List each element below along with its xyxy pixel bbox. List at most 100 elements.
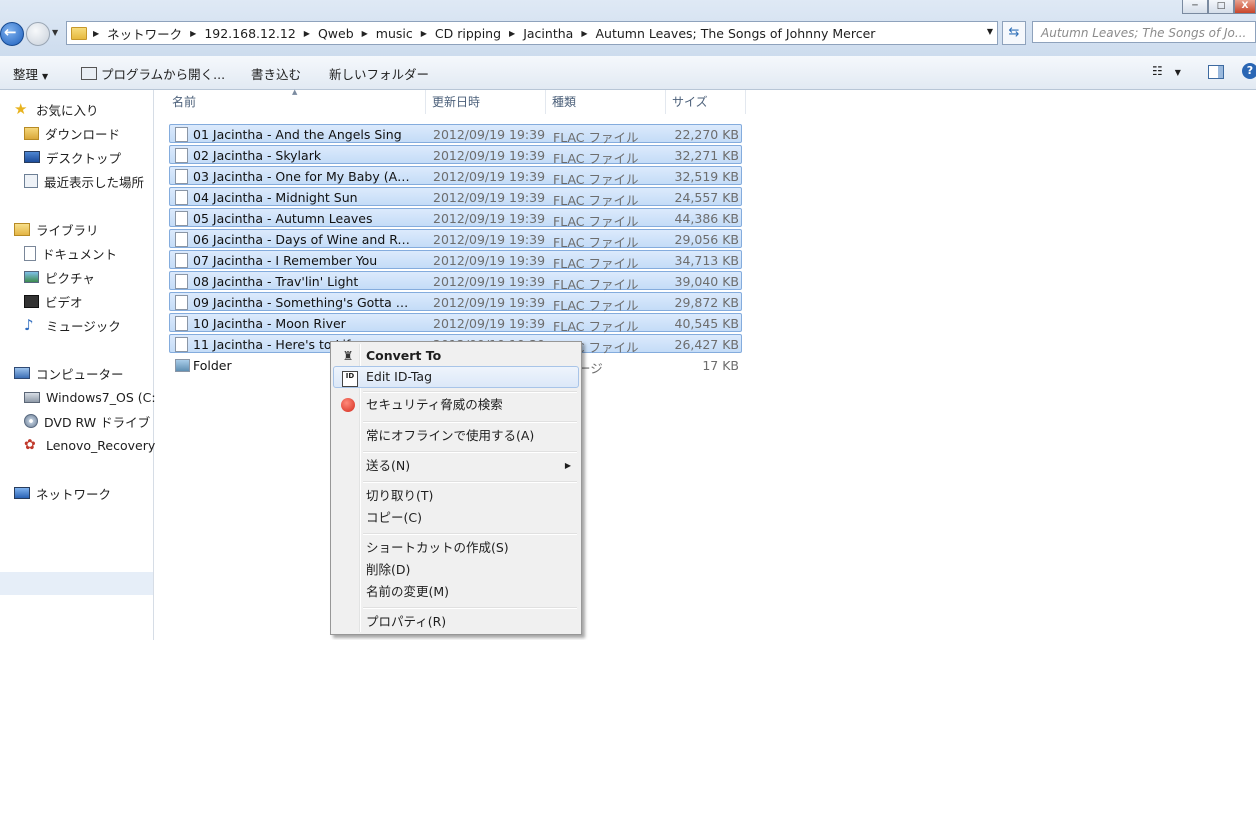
file-date: 2012/09/19 19:39 (433, 232, 546, 247)
file-row[interactable]: 01 Jacintha - And the Angels Sing 2012/0… (169, 124, 742, 145)
menu-label: Edit ID-Tag (366, 369, 433, 384)
forward-button[interactable] (26, 22, 50, 46)
view-options-button[interactable]: ☷ ▼ (1152, 64, 1181, 78)
breadcrumb-qweb[interactable]: Qweb (318, 26, 354, 41)
menu-item-rename[interactable]: 名前の変更(M) (333, 581, 579, 603)
column-header-date[interactable]: 更新日時 (426, 90, 546, 114)
nav-drive-c[interactable]: Windows7_OS (C: (24, 387, 156, 407)
nav-favorites[interactable]: ★ お気に入り (14, 99, 99, 119)
command-bar: 整理 ▼ プログラムから開く... 書き込む 新しいフォルダー ☷ ▼ ? (0, 56, 1256, 90)
nav-computer[interactable]: コンピューター (14, 363, 124, 383)
file-name: 10 Jacintha - Moon River (193, 316, 346, 331)
organize-button[interactable]: 整理 ▼ (13, 64, 48, 83)
menu-item-security-scan[interactable]: セキュリティ脅威の検索 (333, 394, 579, 416)
nav-downloads[interactable]: ダウンロード (24, 123, 120, 143)
nav-network-highlight (0, 572, 153, 595)
breadcrumb-album[interactable]: Autumn Leaves; The Songs of Johnny Merce… (595, 26, 875, 41)
file-row[interactable]: 03 Jacintha - One for My Baby (And One M… (169, 166, 742, 187)
nav-recent-places[interactable]: 最近表示した場所 (24, 171, 144, 191)
nav-documents[interactable]: ドキュメント (24, 243, 117, 263)
recent-pages-dropdown-icon[interactable]: ▼ (52, 28, 58, 37)
menu-label: セキュリティ脅威の検索 (366, 397, 503, 412)
nav-network[interactable]: ネットワーク (14, 483, 111, 503)
navigation-pane: ★ お気に入り ダウンロード デスクトップ 最近表示した場所 ライブラリ ドキュメ… (0, 90, 156, 640)
menu-item-send-to[interactable]: 送る(N) ▶ (333, 455, 579, 477)
nav-label: ライブラリ (36, 222, 99, 238)
chevron-right-icon[interactable]: ▶ (304, 29, 310, 38)
chevron-right-icon[interactable]: ▶ (581, 29, 587, 38)
open-with-button[interactable]: プログラムから開く... (81, 64, 225, 83)
menu-item-edit-id-tag[interactable]: ID Edit ID-Tag (333, 366, 579, 388)
file-row[interactable]: 07 Jacintha - I Remember You 2012/09/19 … (169, 250, 742, 271)
breadcrumb-network[interactable]: ネットワーク (107, 24, 182, 43)
nav-desktop[interactable]: デスクトップ (24, 147, 121, 167)
menu-label: コピー(C) (366, 510, 422, 525)
menu-separator (363, 533, 577, 535)
chevron-right-icon[interactable]: ▶ (93, 29, 99, 38)
file-name: 04 Jacintha - Midnight Sun (193, 190, 358, 205)
file-type: FLAC ファイル (553, 151, 639, 166)
file-size: 26,427 KB (674, 337, 739, 352)
chevron-right-icon[interactable]: ▶ (421, 29, 427, 38)
file-date: 2012/09/19 19:39 (433, 127, 546, 142)
nav-label: Lenovo_Recovery (46, 437, 156, 453)
menu-item-properties[interactable]: プロパティ(R) (333, 611, 579, 633)
preview-pane-icon[interactable] (1208, 65, 1224, 79)
file-row[interactable]: 08 Jacintha - Trav'lin' Light 2012/09/19… (169, 271, 742, 292)
menu-label: 送る(N) (366, 458, 411, 473)
file-row[interactable]: 02 Jacintha - Skylark 2012/09/19 19:39 F… (169, 145, 742, 166)
chevron-right-icon[interactable]: ▶ (509, 29, 515, 38)
nav-music[interactable]: ♪ ミュージック (24, 315, 121, 335)
breadcrumb-ip[interactable]: 192.168.12.12 (204, 26, 295, 41)
desktop-icon (24, 151, 40, 163)
close-button[interactable]: X (1234, 0, 1256, 14)
column-header-type[interactable]: 種類 (546, 90, 666, 114)
help-icon[interactable]: ? (1242, 63, 1256, 79)
file-row[interactable]: 10 Jacintha - Moon River 2012/09/19 19:3… (169, 313, 742, 334)
file-type: FLAC ファイル (553, 214, 639, 229)
file-row[interactable]: 06 Jacintha - Days of Wine and Roses 201… (169, 229, 742, 250)
nav-videos[interactable]: ビデオ (24, 291, 83, 311)
breadcrumb-jacintha[interactable]: Jacintha (523, 26, 573, 41)
menu-item-create-shortcut[interactable]: ショートカットの作成(S) (333, 537, 579, 559)
address-bar[interactable]: ▶ ネットワーク ▶ 192.168.12.12 ▶ Qweb ▶ music … (66, 21, 998, 45)
maximize-button[interactable]: □ (1208, 0, 1234, 14)
nav-libraries[interactable]: ライブラリ (14, 219, 99, 239)
file-name: 09 Jacintha - Something's Gotta Give (193, 295, 417, 310)
nav-label: ビデオ (45, 294, 83, 310)
back-button[interactable] (0, 22, 24, 46)
menu-item-cut[interactable]: 切り取り(T) (333, 485, 579, 507)
menu-item-copy[interactable]: コピー(C) (333, 507, 579, 529)
search-input[interactable]: Autumn Leaves; The Songs of Jo... (1032, 21, 1256, 43)
file-row[interactable]: 04 Jacintha - Midnight Sun 2012/09/19 19… (169, 187, 742, 208)
file-icon (175, 253, 188, 268)
menu-item-delete[interactable]: 削除(D) (333, 559, 579, 581)
nav-pictures[interactable]: ピクチャ (24, 267, 95, 287)
chevron-down-icon: ▼ (42, 72, 49, 81)
minimize-button[interactable]: ─ (1182, 0, 1208, 14)
new-folder-button[interactable]: 新しいフォルダー (329, 64, 429, 83)
nav-label: 最近表示した場所 (44, 174, 145, 190)
file-size: 29,872 KB (674, 295, 739, 310)
file-date: 2012/09/19 19:39 (433, 211, 546, 226)
nav-recovery[interactable]: ✿ Lenovo_Recovery (24, 435, 155, 455)
file-type: FLAC ファイル (553, 256, 639, 271)
breadcrumb-music[interactable]: music (376, 26, 413, 41)
menu-item-offline[interactable]: 常にオフラインで使用する(A) (333, 425, 579, 447)
menu-item-convert-to[interactable]: ♜ Convert To (333, 345, 579, 367)
chevron-right-icon[interactable]: ▶ (190, 29, 196, 38)
file-date: 2012/09/19 19:39 (433, 253, 546, 268)
file-type: FLAC ファイル (553, 298, 639, 313)
burn-button[interactable]: 書き込む (251, 64, 301, 83)
refresh-icon[interactable]: ⇆ (1002, 21, 1026, 45)
submenu-arrow-icon: ▶ (564, 461, 571, 470)
file-date: 2012/09/19 19:39 (433, 169, 546, 184)
address-dropdown-icon[interactable]: ▼ (987, 27, 993, 36)
file-row[interactable]: 05 Jacintha - Autumn Leaves 2012/09/19 1… (169, 208, 742, 229)
column-header-size[interactable]: サイズ (666, 90, 746, 114)
file-row[interactable]: 09 Jacintha - Something's Gotta Give 201… (169, 292, 742, 313)
breadcrumb-cd-ripping[interactable]: CD ripping (435, 26, 501, 41)
nav-dvd-drive[interactable]: DVD RW ドライブ (24, 411, 150, 431)
chevron-right-icon[interactable]: ▶ (362, 29, 368, 38)
video-icon (24, 294, 39, 308)
